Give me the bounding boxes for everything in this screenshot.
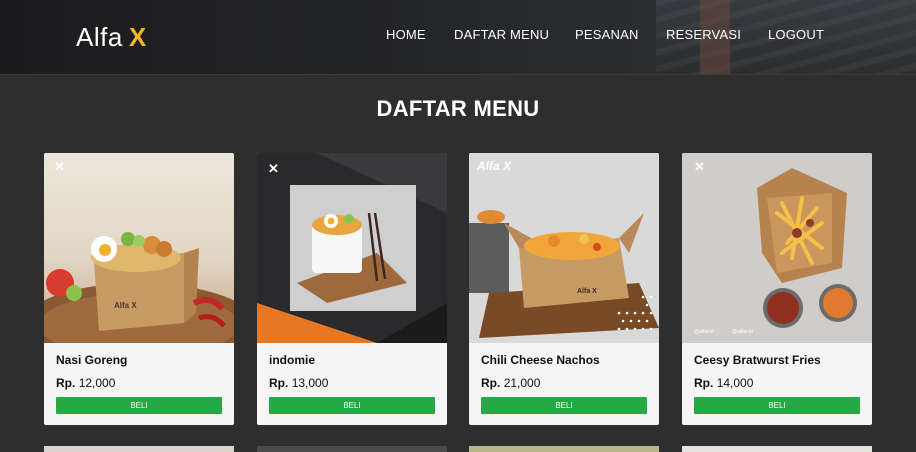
menu-item-image: Alfa X ✕ bbox=[44, 153, 234, 343]
ceesy-bratwurst-fries-photo: @alfaxid @alfax.id bbox=[682, 153, 872, 343]
menu-item-image: Alfa X Alfa X bbox=[469, 153, 659, 343]
nav-pesanan[interactable]: PESANAN bbox=[575, 27, 666, 42]
nav-logout[interactable]: LOGOUT bbox=[768, 27, 828, 42]
nav-daftar-menu[interactable]: DAFTAR MENU bbox=[454, 27, 575, 42]
menu-item-name: Nasi Goreng bbox=[56, 353, 128, 367]
menu-item-price: Rp. 21,000 bbox=[481, 376, 540, 390]
nasi-goreng-photo: Alfa X bbox=[44, 153, 234, 343]
main-nav: HOME DAFTAR MENU PESANAN RESERVASI LOGOU… bbox=[386, 27, 828, 42]
menu-card-next bbox=[469, 446, 659, 452]
menu-card: Alfa X Alfa X Chili Cheese Nachos Rp. 21… bbox=[469, 153, 659, 425]
page-title: DAFTAR MENU bbox=[376, 96, 540, 121]
currency-label: Rp. bbox=[694, 376, 714, 390]
price-value: 21,000 bbox=[503, 376, 541, 390]
menu-item-image: ✕ bbox=[257, 153, 447, 343]
currency-label: Rp. bbox=[481, 376, 501, 390]
menu-card-next bbox=[257, 446, 447, 452]
svg-text:Alfa X: Alfa X bbox=[114, 301, 137, 310]
buy-button[interactable]: BELI bbox=[481, 397, 647, 414]
menu-card: Alfa X ✕ Nasi Goreng Rp. 12,000 BELI bbox=[44, 153, 234, 425]
x-logo-icon: ✕ bbox=[268, 161, 279, 176]
menu-card: @alfaxid @alfax.id ✕ Ceesy Bratwurst Fri… bbox=[682, 153, 872, 425]
brand-logo[interactable]: Alfa X bbox=[76, 22, 147, 53]
menu-item-name: Ceesy Bratwurst Fries bbox=[694, 353, 821, 367]
buy-button[interactable]: BELI bbox=[56, 397, 222, 414]
menu-card-next bbox=[682, 446, 872, 452]
menu-card-next bbox=[44, 446, 234, 452]
chili-cheese-nachos-photo: Alfa X bbox=[469, 153, 659, 343]
brand-mark: X bbox=[128, 22, 147, 52]
price-value: 14,000 bbox=[716, 376, 754, 390]
svg-text:Alfa X: Alfa X bbox=[577, 288, 597, 295]
price-value: 13,000 bbox=[291, 376, 329, 390]
svg-text:@alfaxid: @alfaxid bbox=[694, 329, 714, 335]
x-logo-icon: ✕ bbox=[694, 159, 705, 174]
menu-item-name: Chili Cheese Nachos bbox=[481, 353, 600, 367]
menu-card: ✕ indomie Rp. 13,000 BELI bbox=[257, 153, 447, 425]
indomie-photo bbox=[257, 153, 447, 343]
nav-home[interactable]: HOME bbox=[386, 27, 454, 42]
navbar: Alfa X HOME DAFTAR MENU PESANAN RESERVAS… bbox=[0, 0, 916, 75]
currency-label: Rp. bbox=[56, 376, 76, 390]
brand-name: Alfa bbox=[76, 22, 123, 52]
watermark-logo: Alfa X bbox=[477, 159, 512, 173]
menu-item-price: Rp. 13,000 bbox=[269, 376, 328, 390]
svg-text:@alfax.id: @alfax.id bbox=[732, 329, 753, 335]
menu-item-price: Rp. 14,000 bbox=[694, 376, 753, 390]
currency-label: Rp. bbox=[269, 376, 289, 390]
price-value: 12,000 bbox=[78, 376, 116, 390]
menu-item-name: indomie bbox=[269, 353, 316, 367]
menu-item-price: Rp. 12,000 bbox=[56, 376, 115, 390]
buy-button[interactable]: BELI bbox=[269, 397, 435, 414]
nav-reservasi[interactable]: RESERVASI bbox=[666, 27, 768, 42]
x-logo-icon: ✕ bbox=[54, 159, 65, 174]
menu-item-image: @alfaxid @alfax.id ✕ bbox=[682, 153, 872, 343]
buy-button[interactable]: BELI bbox=[694, 397, 860, 414]
